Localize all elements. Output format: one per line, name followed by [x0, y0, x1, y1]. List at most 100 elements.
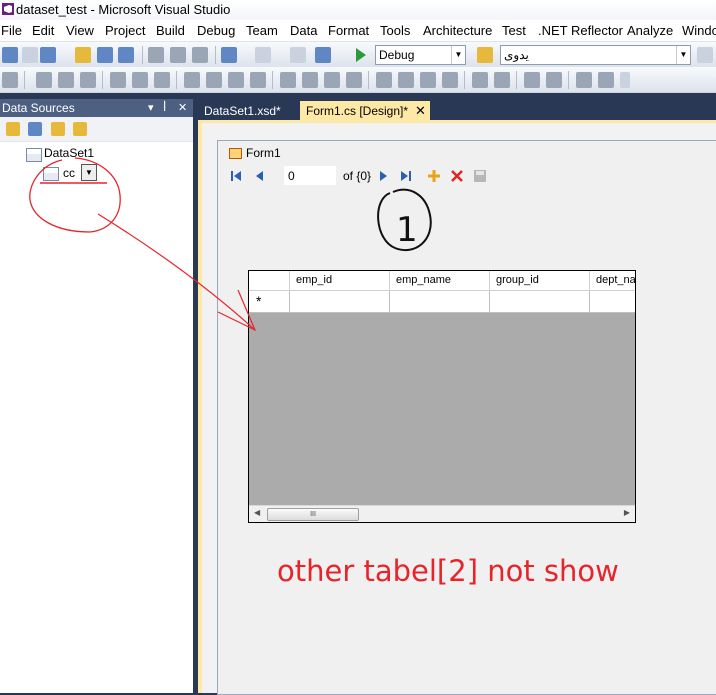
save-icon[interactable] [97, 47, 113, 63]
align-centers-icon[interactable] [58, 72, 74, 88]
count-label: of {0} [343, 169, 372, 183]
start-debugging-icon[interactable] [356, 48, 366, 62]
design-surface: Form1 0 of {0} emp_id emp_name group_id … [202, 123, 716, 695]
open-file-icon[interactable] [75, 47, 91, 63]
dropdown-arrow-icon[interactable] [22, 47, 38, 63]
add-item-icon[interactable] [40, 47, 56, 63]
tab-form1-design[interactable]: Form1.cs [Design]* ✕ [300, 101, 430, 120]
center-vertically-icon[interactable] [494, 72, 510, 88]
paste-icon[interactable] [192, 47, 208, 63]
control-type-dropdown[interactable]: ▼ [81, 164, 97, 181]
tab-order-icon[interactable] [576, 72, 592, 88]
configure-dataset-icon[interactable] [51, 122, 65, 136]
menu-edit[interactable]: Edit [32, 23, 54, 38]
tree-item-table[interactable]: cc [63, 166, 75, 180]
new-project-icon[interactable] [2, 47, 18, 63]
close-icon[interactable]: ✕ [178, 101, 187, 114]
make-same-size-icon[interactable] [250, 72, 266, 88]
move-last-icon[interactable] [399, 169, 413, 183]
navigate-backward-icon[interactable] [290, 47, 306, 63]
edit-dataset-icon[interactable] [28, 122, 42, 136]
move-previous-icon[interactable] [253, 169, 267, 183]
tree-item-dataset[interactable]: DataSet1 [44, 146, 94, 160]
column-header[interactable]: group_id [490, 271, 590, 291]
cut-icon[interactable] [148, 47, 164, 63]
column-header[interactable]: emp_id [290, 271, 390, 291]
decrease-horizontal-spacing-icon[interactable] [324, 72, 340, 88]
form-window[interactable]: Form1 0 of {0} emp_id emp_name group_id … [217, 140, 716, 695]
data-grid-view[interactable]: emp_id emp_name group_id dept_na * ◀ III [248, 270, 636, 523]
tab-dataset1-xsd[interactable]: DataSet1.xsd* [198, 101, 298, 120]
menu-test[interactable]: Test [502, 23, 526, 38]
table-row[interactable]: * [249, 291, 635, 313]
menu-architecture[interactable]: Architecture [423, 23, 492, 38]
menu-debug[interactable]: Debug [197, 23, 235, 38]
size-to-grid-icon[interactable] [206, 72, 222, 88]
find-in-files-icon[interactable] [477, 47, 493, 63]
menu-file[interactable]: File [1, 23, 22, 38]
grid-cell[interactable] [590, 291, 635, 313]
vertical-spacing-equal-icon[interactable] [376, 72, 392, 88]
menu-net-reflector[interactable]: .NET Reflector [538, 23, 623, 38]
layout-toolbar [0, 67, 716, 93]
bring-to-front-icon[interactable] [524, 72, 540, 88]
scroll-left-icon[interactable]: ◀ [254, 508, 260, 517]
grid-cell[interactable] [390, 291, 490, 313]
refresh-icon[interactable] [73, 122, 87, 136]
align-to-grid-icon[interactable] [2, 72, 18, 88]
send-to-back-icon[interactable] [546, 72, 562, 88]
remove-horizontal-spacing-icon[interactable] [346, 72, 362, 88]
make-same-height-icon[interactable] [228, 72, 244, 88]
scroll-right-icon[interactable]: ▶ [624, 508, 630, 517]
column-header[interactable]: dept_na [590, 271, 635, 291]
toolbar-overflow-icon[interactable] [620, 72, 630, 88]
row-header[interactable]: * [249, 291, 290, 313]
close-tab-icon[interactable]: ✕ [415, 103, 426, 119]
data-sources-header: Data Sources ▾ ꟾ ✕ [0, 99, 193, 117]
center-horizontally-icon[interactable] [472, 72, 488, 88]
auto-hide-pin-icon[interactable]: ꟾ [163, 101, 166, 114]
redo-icon[interactable] [255, 47, 271, 63]
menu-project[interactable]: Project [105, 23, 145, 38]
undo-icon[interactable] [221, 47, 237, 63]
align-lefts-icon[interactable] [36, 72, 52, 88]
scroll-thumb[interactable]: III [267, 508, 359, 521]
horizontal-spacing-equal-icon[interactable] [280, 72, 296, 88]
find-combo[interactable]: يدوى ▼ [500, 45, 691, 65]
window-position-icon[interactable]: ▾ [148, 101, 154, 114]
add-new-data-source-icon[interactable] [6, 122, 20, 136]
position-input[interactable]: 0 [284, 166, 336, 185]
save-data-icon[interactable] [473, 169, 487, 183]
copy-icon[interactable] [170, 47, 186, 63]
grid-cell[interactable] [290, 291, 390, 313]
menu-tools[interactable]: Tools [380, 23, 410, 38]
increase-vertical-spacing-icon[interactable] [398, 72, 414, 88]
align-middles-icon[interactable] [132, 72, 148, 88]
align-tops-icon[interactable] [110, 72, 126, 88]
decrease-vertical-spacing-icon[interactable] [420, 72, 436, 88]
move-first-icon[interactable] [229, 169, 243, 183]
solution-configuration-select[interactable]: Debug ▼ [375, 45, 466, 65]
menu-analyze[interactable]: Analyze [627, 23, 673, 38]
align-bottoms-icon[interactable] [154, 72, 170, 88]
menu-format[interactable]: Format [328, 23, 369, 38]
delete-icon[interactable] [450, 169, 464, 183]
add-new-icon[interactable] [427, 169, 441, 183]
menu-data[interactable]: Data [290, 23, 317, 38]
column-header[interactable]: emp_name [390, 271, 490, 291]
grid-cell[interactable] [490, 291, 590, 313]
solution-explorer-icon[interactable] [697, 47, 713, 63]
make-same-width-icon[interactable] [184, 72, 200, 88]
increase-horizontal-spacing-icon[interactable] [302, 72, 318, 88]
menu-window[interactable]: Windo [682, 23, 716, 38]
move-next-icon[interactable] [376, 169, 390, 183]
menu-team[interactable]: Team [246, 23, 278, 38]
save-all-icon[interactable] [118, 47, 134, 63]
menu-build[interactable]: Build [156, 23, 185, 38]
remove-vertical-spacing-icon[interactable] [442, 72, 458, 88]
align-rights-icon[interactable] [80, 72, 96, 88]
horizontal-scrollbar[interactable]: ◀ III ▶ [249, 505, 635, 522]
menu-view[interactable]: View [66, 23, 94, 38]
lock-controls-icon[interactable] [598, 72, 614, 88]
navigate-forward-icon[interactable] [315, 47, 331, 63]
